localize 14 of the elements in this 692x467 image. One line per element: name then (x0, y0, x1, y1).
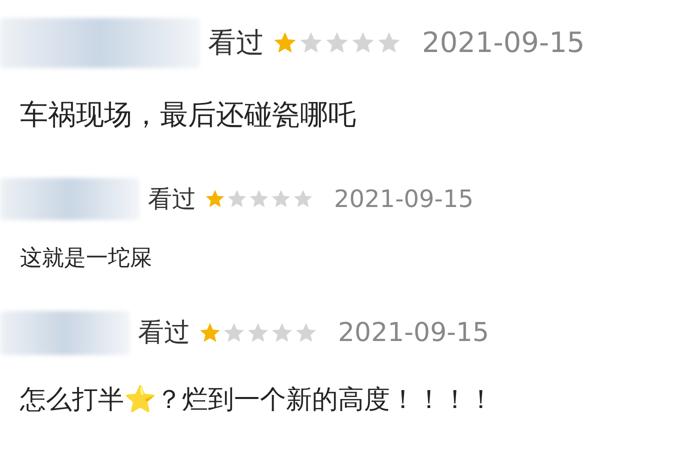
review-date: 2021-09-15 (422, 25, 585, 61)
star-icon (292, 188, 314, 210)
review-date: 2021-09-15 (334, 184, 474, 215)
watched-label: 看过 (208, 25, 264, 61)
review-text: 怎么打半⭐？烂到一个新的高度！！！！ (20, 384, 495, 417)
star-icon (248, 188, 270, 210)
review-date: 2021-09-15 (338, 316, 490, 350)
review-text: 车祸现场，最后还碰瓷哪吒 (20, 97, 357, 133)
star-icon (270, 188, 292, 210)
watched-label: 看过 (138, 316, 190, 350)
review-text: 这就是一坨屎 (20, 245, 153, 273)
star-icon (226, 188, 248, 210)
watched-label: 看过 (148, 184, 196, 215)
star-icon (204, 188, 226, 210)
